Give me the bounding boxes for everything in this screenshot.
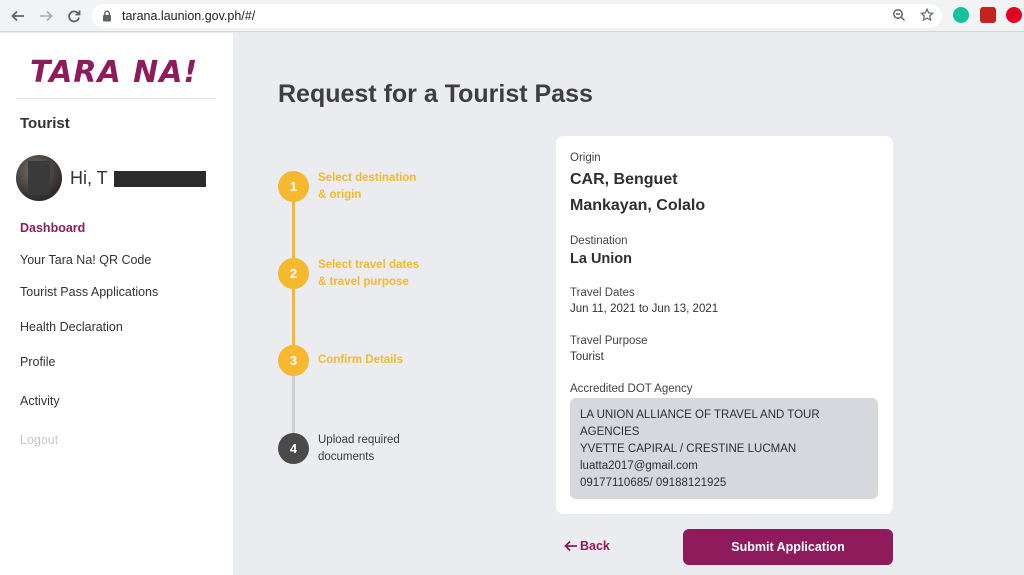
submit-application-button[interactable]: Submit Application [683, 529, 893, 565]
origin-line2: Mankayan, Colalo [570, 197, 706, 214]
url-text: tarana.launion.gov.ph/#/ [122, 9, 256, 23]
step-3-circle: 3 [278, 345, 309, 376]
sidebar-item-logout[interactable]: Logout [20, 433, 58, 447]
tara-na-logo[interactable]: TARA NA! [30, 55, 198, 90]
step-2-label: Select travel dates & travel purpose [318, 257, 448, 291]
travel-dates-value: Jun 11, 2021 to Jun 13, 2021 [570, 303, 719, 315]
step-1-line2: & origin [318, 189, 362, 201]
travel-purpose-label: Travel Purpose [570, 335, 648, 347]
step-4-label: Upload required documents [318, 432, 448, 466]
sidebar-item-activity[interactable]: Activity [20, 394, 60, 408]
origin-line1: CAR, Benguet [570, 171, 678, 188]
step-3-label: Confirm Details [318, 352, 448, 369]
step-2-line2: & travel purpose [318, 276, 409, 288]
reload-icon[interactable] [62, 4, 86, 28]
bookmark-star-icon[interactable] [920, 8, 934, 22]
back-button[interactable]: Back [564, 539, 610, 553]
sidebar-item-health-declaration[interactable]: Health Declaration [20, 320, 123, 334]
back-arrow-icon [564, 540, 577, 552]
agency-line: YVETTE CAPIRAL / CRESTINE LUCMAN [580, 443, 797, 455]
zoom-icon[interactable] [892, 8, 906, 22]
page-title: Request for a Tourist Pass [278, 80, 593, 108]
lock-icon [103, 10, 111, 22]
step-3-line1: Confirm Details [318, 354, 403, 366]
address-bar[interactable]: tarana.launion.gov.ph/#/ [92, 4, 942, 28]
agency-line: luatta2017@gmail.com [580, 460, 698, 472]
sidebar: TARA NA! Tourist Hi, T Dashboard Your Ta… [0, 33, 233, 575]
step-2-circle: 2 [278, 258, 309, 289]
agency-line: 09177110685/ 09188121925 [580, 477, 727, 489]
travel-dates-label: Travel Dates [570, 287, 635, 299]
avatar [16, 155, 62, 201]
agency-line: AGENCIES [580, 426, 640, 438]
agency-label: Accredited DOT Agency [570, 383, 693, 395]
pinterest-extension-icon[interactable] [1006, 7, 1022, 23]
greeting-text: Hi, T [70, 168, 108, 188]
sidebar-item-qr-code[interactable]: Your Tara Na! QR Code [20, 253, 151, 267]
user-role: Tourist [20, 115, 70, 132]
step-4-circle: 4 [278, 433, 309, 464]
sidebar-item-profile[interactable]: Profile [20, 355, 55, 369]
agency-box: LA UNION ALLIANCE OF TRAVEL AND TOUR AGE… [570, 398, 878, 499]
destination-value: La Union [570, 251, 633, 267]
logo-divider [16, 98, 216, 99]
travel-purpose-value: Tourist [570, 351, 604, 363]
browser-toolbar: tarana.launion.gov.ph/#/ [0, 0, 1024, 32]
step-1-line1: Select destination [318, 172, 417, 184]
back-button-label: Back [580, 539, 610, 553]
grammarly-extension-icon[interactable] [953, 7, 969, 23]
greeting: Hi, T [70, 168, 206, 189]
redacted-name [113, 170, 206, 187]
step-1-label: Select destination & origin [318, 170, 448, 204]
step-2-line1: Select travel dates [318, 259, 420, 271]
sidebar-item-tourist-pass-applications[interactable]: Tourist Pass Applications [20, 285, 158, 299]
agency-line: LA UNION ALLIANCE OF TRAVEL AND TOUR [580, 409, 820, 421]
destination-label: Destination [570, 235, 628, 247]
origin-label: Origin [570, 152, 601, 164]
back-arrow-icon[interactable] [6, 4, 30, 28]
forward-arrow-icon[interactable] [34, 4, 58, 28]
details-card: Origin CAR, Benguet Mankayan, Colalo Des… [556, 136, 893, 514]
step-4-line2: documents [318, 451, 375, 463]
sidebar-item-dashboard[interactable]: Dashboard [20, 221, 85, 235]
step-4-line1: Upload required [318, 434, 400, 446]
pdf-extension-icon[interactable] [980, 7, 996, 23]
step-1-circle: 1 [278, 171, 309, 202]
